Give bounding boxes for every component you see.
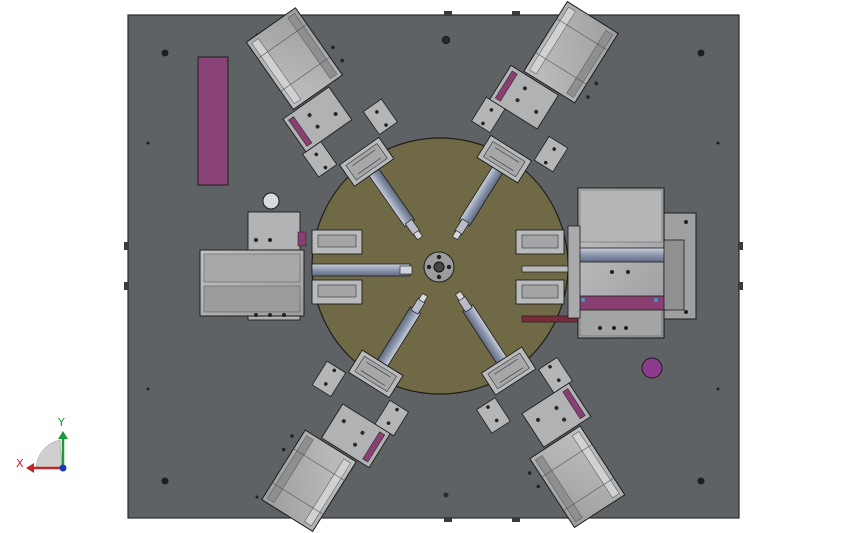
hole-top-center	[442, 36, 450, 44]
purple-knob	[641, 357, 663, 379]
edge-tab-top	[512, 11, 520, 16]
edge-tab-bottom	[444, 517, 452, 522]
sensor-boss	[262, 192, 280, 210]
y-axis-label: Y	[57, 416, 65, 429]
edge-tab-left	[124, 242, 129, 250]
center-hub	[423, 251, 455, 283]
edge-tab-right	[738, 242, 743, 250]
edge-tab-top	[444, 11, 452, 16]
y-axis-arrow	[58, 431, 68, 439]
edge-tab-left	[124, 282, 129, 290]
x-axis-arrow	[26, 463, 34, 473]
triad-arc	[35, 439, 63, 469]
cad-viewport[interactable]: X Y	[0, 0, 867, 533]
x-axis-label: X	[16, 457, 24, 470]
edge-tab-right	[738, 282, 743, 290]
magenta-plate	[197, 56, 229, 186]
cad-model-canvas[interactable]: X Y	[0, 0, 867, 533]
hole-bottom-center	[443, 492, 449, 498]
edge-tab-bottom	[512, 517, 520, 522]
coordinate-triad: X Y	[16, 416, 68, 473]
origin-dot	[59, 464, 67, 472]
